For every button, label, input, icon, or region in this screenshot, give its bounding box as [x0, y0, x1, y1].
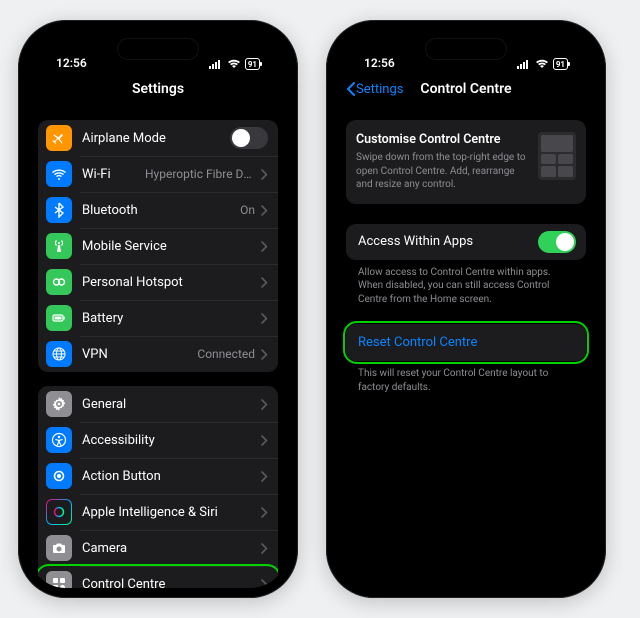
row-mobile-service[interactable]: Mobile Service [38, 228, 278, 264]
bluetooth-icon [46, 197, 72, 223]
dynamic-island [425, 38, 507, 60]
row-personal-hotspot[interactable]: Personal Hotspot [38, 264, 278, 300]
chevron-right-icon [261, 575, 268, 589]
access-group: Access Within Apps [346, 224, 586, 260]
back-label: Settings [356, 82, 403, 97]
chevron-right-icon [261, 309, 268, 328]
wifi-icon [227, 59, 241, 69]
chevron-right-icon [261, 467, 268, 486]
row-accessibility[interactable]: Accessibility [38, 422, 278, 458]
row-label: Accessibility [82, 433, 261, 448]
customise-description: Swipe down from the top-right edge to op… [356, 151, 528, 192]
wifi-icon [46, 161, 72, 187]
reset-control-centre-button[interactable]: Reset Control Centre [346, 324, 586, 361]
phone-control-centre: 12:56 91 Settings Control Centre Customi… [326, 20, 606, 598]
chevron-right-icon [261, 201, 268, 220]
row-control-centre[interactable]: Control Centre [38, 566, 278, 588]
chevron-right-icon [261, 395, 268, 414]
row-vpn[interactable]: VPN Connected [38, 336, 278, 372]
settings-group-connectivity: Airplane Mode Wi-Fi Hyperoptic Fibre D82… [38, 120, 278, 372]
chevron-left-icon [346, 82, 355, 96]
row-bluetooth[interactable]: Bluetooth On [38, 192, 278, 228]
row-action-button[interactable]: Action Button [38, 458, 278, 494]
row-airplane-mode[interactable]: Airplane Mode [38, 120, 278, 156]
gear-icon [46, 391, 72, 417]
row-label: Battery [82, 311, 261, 326]
phone-settings: 12:56 91 Settings Airplane Mode Wi-Fi [18, 20, 298, 598]
reset-group: Reset Control Centre [346, 324, 586, 361]
chevron-right-icon [261, 503, 268, 522]
dynamic-island [117, 38, 199, 60]
row-label: Access Within Apps [358, 234, 538, 249]
row-label: Mobile Service [82, 239, 261, 254]
access-toggle[interactable] [538, 231, 576, 253]
chevron-right-icon [261, 237, 268, 256]
battery-icon: 91 [553, 58, 568, 70]
battery-icon [46, 305, 72, 331]
battery-icon: 91 [245, 58, 260, 70]
row-label: Apple Intelligence & Siri [82, 505, 261, 520]
camera-icon [46, 535, 72, 561]
control-centre-icon [46, 571, 72, 588]
page-title: Control Centre [420, 81, 511, 97]
page-title: Settings [132, 81, 184, 97]
hotspot-icon [46, 269, 72, 295]
row-label: General [82, 397, 261, 412]
reset-help-text: This will reset your Control Centre layo… [346, 361, 586, 394]
row-label: VPN [82, 347, 197, 362]
row-label: Personal Hotspot [82, 275, 261, 290]
row-label: Wi-Fi [82, 167, 145, 182]
chevron-right-icon [261, 345, 268, 364]
chevron-right-icon [261, 539, 268, 558]
row-general[interactable]: General [38, 386, 278, 422]
customise-title: Customise Control Centre [356, 132, 528, 147]
signal-icon [517, 59, 531, 69]
row-label: Bluetooth [82, 203, 240, 218]
customise-panel[interactable]: Customise Control Centre Swipe down from… [346, 120, 586, 204]
settings-list[interactable]: Airplane Mode Wi-Fi Hyperoptic Fibre D82… [28, 106, 288, 588]
settings-group-general: General Accessibility Action Button Appl… [38, 386, 278, 588]
siri-icon [46, 499, 72, 525]
access-help-text: Allow access to Control Centre within ap… [346, 260, 586, 307]
row-camera[interactable]: Camera [38, 530, 278, 566]
accessibility-icon [46, 427, 72, 453]
back-button[interactable]: Settings [346, 82, 403, 97]
row-battery[interactable]: Battery [38, 300, 278, 336]
row-label: Action Button [82, 469, 261, 484]
chevron-right-icon [261, 273, 268, 292]
globe-icon [46, 341, 72, 367]
airplane-toggle[interactable] [230, 127, 268, 149]
row-value: On [240, 203, 255, 217]
control-centre-illustration [538, 132, 576, 180]
row-access-within-apps[interactable]: Access Within Apps [346, 224, 586, 260]
airplane-icon [46, 125, 72, 151]
status-time: 12:56 [56, 56, 87, 70]
nav-bar: Settings Control Centre [336, 72, 596, 106]
row-wifi[interactable]: Wi-Fi Hyperoptic Fibre D827 [38, 156, 278, 192]
row-value: Connected [197, 347, 255, 361]
row-label: Control Centre [82, 577, 261, 589]
wifi-icon [535, 59, 549, 69]
row-apple-intelligence-siri[interactable]: Apple Intelligence & Siri [38, 494, 278, 530]
chevron-right-icon [261, 431, 268, 450]
row-value: Hyperoptic Fibre D827 [145, 167, 255, 181]
antenna-icon [46, 233, 72, 259]
chevron-right-icon [261, 165, 268, 184]
row-label: Airplane Mode [82, 131, 230, 146]
action-button-icon [46, 463, 72, 489]
row-label: Camera [82, 541, 261, 556]
nav-bar: Settings [28, 72, 288, 106]
control-centre-settings[interactable]: Customise Control Centre Swipe down from… [336, 106, 596, 588]
status-time: 12:56 [364, 56, 395, 70]
signal-icon [209, 59, 223, 69]
